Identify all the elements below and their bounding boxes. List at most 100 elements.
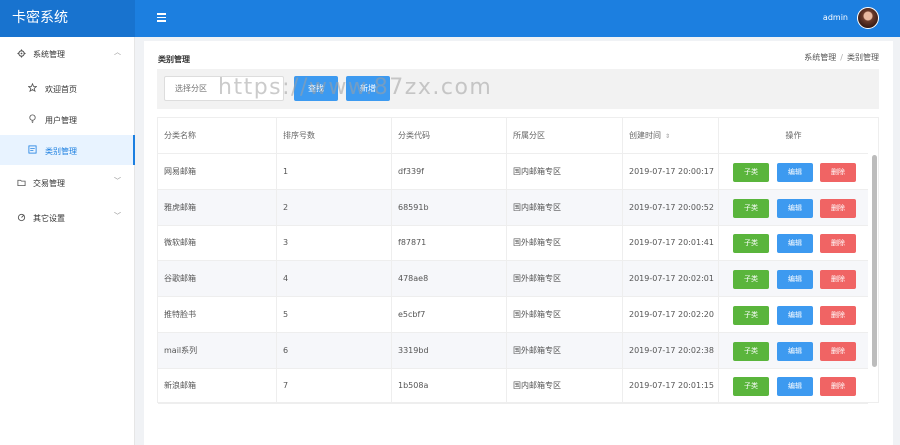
edit-button[interactable]: 编辑	[777, 377, 813, 397]
table-scrollbar[interactable]	[872, 155, 878, 367]
table-row: 新浪邮箱 7 1b508a 国内邮箱专区 2019-07-17 20:01:15 子类 编辑…	[158, 368, 868, 405]
table-cell-zone: 国内邮箱专区	[507, 368, 623, 405]
app-title: 卡密系统	[0, 0, 135, 37]
table-row: mail系列 6 3319bd 国外邮箱专区 2019-07-17 20:02:38 子类…	[158, 332, 868, 369]
table-cell-order: 7	[277, 368, 392, 405]
table-header: 分类名称 排序号数 分类代码 所属分区 创建时间 ⇕ 操作	[158, 118, 868, 154]
top-bar: 卡密系统 admin	[0, 0, 900, 37]
sidebar-item-label: 其它设置	[33, 214, 65, 223]
edit-button[interactable]: 编辑	[777, 198, 813, 218]
child-button[interactable]: 子类	[733, 270, 769, 290]
table-cell-time: 2019-07-17 20:00:17	[623, 154, 719, 190]
edit-button[interactable]: 编辑	[777, 163, 813, 182]
edit-button[interactable]: 编辑	[777, 305, 813, 325]
column-header: 分类名称	[158, 118, 277, 154]
table-cell-actions: 子类 编辑 删除	[719, 368, 868, 404]
delete-button[interactable]: 删除	[820, 270, 856, 290]
edit-button[interactable]: 编辑	[777, 341, 813, 361]
table-cell-code: e5cbf7	[392, 296, 507, 333]
child-button[interactable]: 子类	[733, 305, 769, 325]
breadcrumb: 系统管理 / 类别管理	[804, 53, 879, 62]
table-cell-actions: 子类 编辑 删除	[719, 190, 868, 226]
table-cell-code: 478ae8	[392, 261, 507, 298]
column-header-sortable[interactable]: 创建时间 ⇕	[623, 118, 719, 154]
delete-button[interactable]: 删除	[820, 198, 856, 218]
sidebar-subitem-label: 欢迎首页	[45, 85, 77, 94]
table-cell-code: 68591b	[392, 189, 507, 226]
content-panel: 类别管理 系统管理/类别管理 查找 新增 https://www.87zx.co…	[144, 41, 893, 445]
sidebar-subitem-label: 类别管理	[45, 147, 77, 156]
edit-button[interactable]: 编辑	[777, 234, 813, 254]
edit-button[interactable]: 编辑	[777, 270, 813, 290]
table-cell-time: 2019-07-17 20:01:15	[623, 368, 719, 405]
image-icon	[28, 145, 37, 154]
chevron-down-icon: ﹀	[114, 212, 121, 220]
sidebar-item-label: 交易管理	[33, 179, 65, 188]
table-row: 网易邮箱 1 df339f 国内邮箱专区 2019-07-17 20:00:17 子类 编辑…	[158, 154, 868, 190]
table-cell-actions: 子类 编辑 删除	[719, 154, 868, 190]
table-row: 推特脸书 5 e5cbf7 国外邮箱专区 2019-07-17 20:02:20 子类 编辑…	[158, 296, 868, 333]
gear-icon	[17, 49, 26, 58]
table-cell-time: 2019-07-17 20:00:52	[623, 189, 719, 226]
table-cell-name: 谷歌邮箱	[158, 261, 277, 298]
table-cell-name: 新浪邮箱	[158, 368, 277, 405]
page-title: 类别管理	[158, 55, 190, 64]
sidebar-item-system[interactable]: 系统管理 ︿	[0, 39, 135, 69]
table-cell-name: 微软邮箱	[158, 225, 277, 262]
child-button[interactable]: 子类	[733, 377, 769, 397]
sidebar-subitem-categories[interactable]: 类别管理	[0, 135, 135, 165]
star-icon	[28, 83, 37, 92]
child-button[interactable]: 子类	[733, 234, 769, 254]
table-cell-name: mail系列	[158, 332, 277, 369]
sidebar-subitem-users[interactable]: 用户管理	[0, 104, 135, 134]
menu-toggle-icon[interactable]	[157, 13, 166, 22]
table-cell-order: 3	[277, 225, 392, 262]
column-header: 所属分区	[507, 118, 623, 154]
column-header: 操作	[785, 131, 802, 140]
username[interactable]: admin	[823, 13, 848, 22]
table-cell-time: 2019-07-17 20:02:38	[623, 332, 719, 369]
sidebar-subitem-label: 用户管理	[45, 116, 77, 125]
delete-button[interactable]: 删除	[820, 234, 856, 254]
table-cell-order: 2	[277, 189, 392, 226]
sidebar-subitem-welcome[interactable]: 欢迎首页	[0, 73, 135, 103]
circle-icon	[17, 213, 26, 222]
table-cell-time: 2019-07-17 20:01:41	[623, 225, 719, 262]
table-cell-name: 网易邮箱	[158, 154, 277, 190]
table-cell-name: 推特脸书	[158, 296, 277, 333]
delete-button[interactable]: 删除	[820, 305, 856, 325]
avatar[interactable]	[857, 7, 879, 29]
scrollbar-thumb[interactable]	[872, 155, 877, 367]
folder-icon	[17, 179, 26, 187]
table-cell-code: 1b508a	[392, 368, 507, 405]
breadcrumb-item[interactable]: 系统管理	[804, 53, 836, 62]
breadcrumb-item: 类别管理	[847, 53, 879, 62]
table-cell-actions: 子类 编辑 删除	[719, 297, 868, 333]
sort-icon[interactable]: ⇕	[665, 133, 670, 140]
sidebar: 系统管理 ︿ 欢迎首页 用户管理 类别管理 交易管理 ﹀ 其它设置 ﹀	[0, 37, 135, 445]
table-cell-order: 5	[277, 296, 392, 333]
table-cell-code: df339f	[392, 154, 507, 190]
table-row: 微软邮箱 3 f87871 国外邮箱专区 2019-07-17 20:01:41 子类 编辑…	[158, 225, 868, 262]
table-cell-order: 1	[277, 154, 392, 190]
watermark: https://www.87zx.com	[218, 75, 493, 100]
sidebar-item-other[interactable]: 其它设置 ﹀	[0, 203, 135, 233]
bulb-icon	[29, 114, 36, 123]
table-row: 谷歌邮箱 4 478ae8 国外邮箱专区 2019-07-17 20:02:01 子类 编辑…	[158, 261, 868, 298]
table-cell-zone: 国外邮箱专区	[507, 296, 623, 333]
delete-button[interactable]: 删除	[820, 341, 856, 361]
table-cell-time: 2019-07-17 20:02:01	[623, 261, 719, 298]
delete-button[interactable]: 删除	[820, 163, 856, 182]
table-cell-zone: 国内邮箱专区	[507, 154, 623, 190]
delete-button[interactable]: 删除	[820, 377, 856, 397]
sidebar-item-label: 系统管理	[33, 50, 65, 59]
child-button[interactable]: 子类	[733, 163, 769, 182]
table-cell-time: 2019-07-17 20:02:20	[623, 296, 719, 333]
table-cell-code: 3319bd	[392, 332, 507, 369]
sidebar-item-trade[interactable]: 交易管理 ﹀	[0, 168, 135, 198]
child-button[interactable]: 子类	[733, 341, 769, 361]
table-cell-order: 4	[277, 261, 392, 298]
table-cell-actions: 子类 编辑 删除	[719, 261, 868, 297]
child-button[interactable]: 子类	[733, 198, 769, 218]
chevron-up-icon: ︿	[114, 48, 121, 56]
